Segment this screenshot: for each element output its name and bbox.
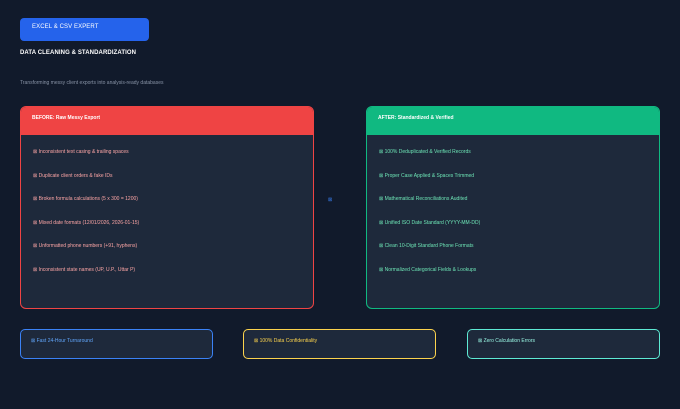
stat-turnaround: ⊠ Fast 24-Hour Turnaround	[20, 329, 213, 359]
expertise-badge: EXCEL & CSV EXPERT	[20, 18, 149, 41]
list-item: ⊠ Duplicate client orders & fake IDs	[33, 172, 113, 179]
list-item: ⊠ Mixed date formats (12/01/2026, 2026-0…	[33, 219, 140, 226]
before-issue-list: ⊠ Inconsistent text casing & trailing sp…	[21, 135, 313, 290]
list-item: ⊠ Inconsistent state names (UP, U.P., Ut…	[33, 266, 136, 273]
transition-arrow-icon: ⊠	[328, 197, 333, 203]
list-item: ⊠ Clean 10-Digit Standard Phone Formats	[379, 243, 474, 249]
page-subtitle: Transforming messy client exports into a…	[20, 80, 164, 86]
stat-zero-errors: ⊠ Zero Calculation Errors	[467, 329, 660, 359]
list-item: ⊠ Unified ISO Date Standard (YYYY-MM-DD)	[379, 219, 481, 226]
page-title: DATA CLEANING & STANDARDIZATION	[20, 50, 137, 56]
before-card-title: BEFORE: Raw Messy Export	[21, 107, 313, 135]
after-card: AFTER: Standardized & Verified ⊠ 100% De…	[366, 106, 660, 309]
list-item: ⊠ Normalized Categorical Fields & Lookup…	[379, 266, 477, 273]
after-card-title: AFTER: Standardized & Verified	[367, 107, 659, 135]
list-item: ⊠ Proper Case Applied & Spaces Trimmed	[379, 172, 475, 179]
list-item: ⊠ Inconsistent text casing & trailing sp…	[33, 149, 129, 155]
stat-confidentiality: ⊠ 100% Data Confidentiality	[243, 329, 436, 359]
list-item: ⊠ Broken formula calculations (5 x 300 =…	[33, 196, 138, 202]
list-item: ⊠ 100% Deduplicated & Verified Records	[379, 149, 471, 155]
list-item: ⊠ Unformatted phone numbers (+91, hyphen…	[33, 243, 138, 249]
list-item: ⊠ Mathematical Reconciliations Audited	[379, 196, 468, 202]
before-card: BEFORE: Raw Messy Export ⊠ Inconsistent …	[20, 106, 314, 309]
after-result-list: ⊠ 100% Deduplicated & Verified Records ⊠…	[367, 135, 659, 290]
